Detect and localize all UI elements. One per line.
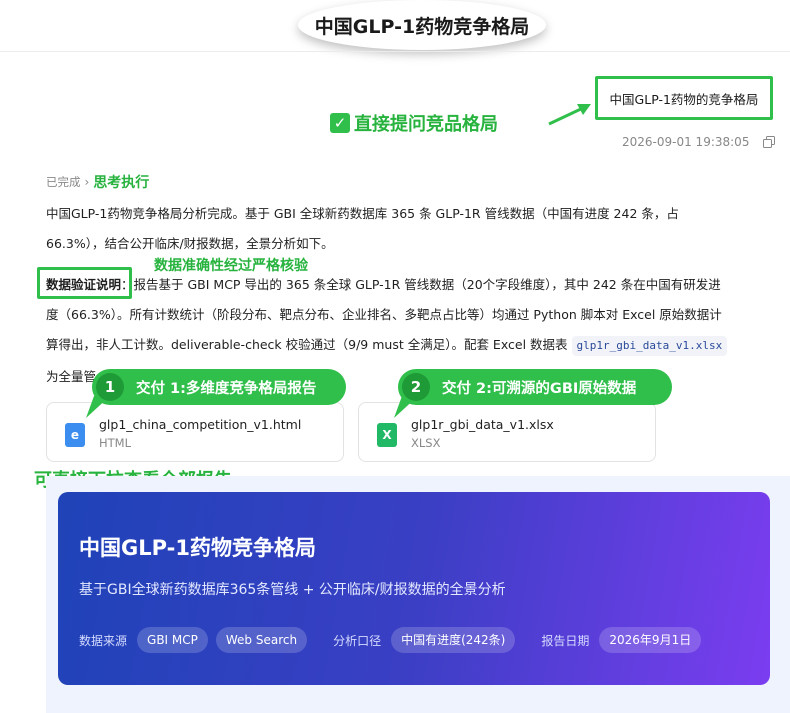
inline-code-filename: glp1r_gbi_data_v1.xlsx — [571, 335, 728, 356]
delivery-number-2: 2 — [402, 373, 430, 401]
message-text-line-6: 为全量管 — [46, 369, 97, 384]
file-name: glp1_china_competition_v1.html — [99, 417, 302, 432]
scope-chip: 中国有进度(242条) — [391, 627, 516, 653]
delivery-text-1: 交付 1:多维度竞争格局报告 — [136, 380, 317, 397]
source-chip: GBI MCP — [137, 627, 208, 653]
message-timestamp: 2026-09-01 19:38:05 — [622, 135, 750, 149]
date-chip: 2026年9月1日 — [599, 627, 702, 653]
delivery-text-2: 交付 2:可溯源的GBI原始数据 — [442, 380, 637, 397]
report-subtitle: 基于GBI全球新药数据库365条管线 + 公开临床/财报数据的全景分析 — [79, 582, 506, 598]
chevron-right-icon: › — [84, 175, 90, 189]
date-label: 报告日期 — [541, 633, 590, 648]
file-type: XLSX — [411, 436, 441, 450]
delivery-badge-1: 1 交付 1:多维度竞争格局报告 — [92, 369, 346, 405]
file-name: glp1r_gbi_data_v1.xlsx — [411, 417, 554, 432]
annotation-ask-direct-text: 直接提问竞品格局 — [354, 114, 498, 135]
annotation-arrow-icon — [548, 104, 591, 126]
page-title: 中国GLP-1药物竞争格局 — [298, 0, 546, 50]
source-chip: Web Search — [215, 627, 308, 653]
source-label: 数据来源 — [79, 633, 128, 648]
scope-label: 分析口径 — [333, 633, 382, 648]
message-text-line-3: 数据验证说明：报告基于 GBI MCP 导出的 365 条全球 GLP-1R 管… — [46, 270, 721, 300]
check-icon: ✓ — [330, 113, 350, 133]
xlsx-file-icon: X — [377, 423, 397, 447]
message-text-line-1: 中国GLP-1药物竞争格局分析完成。基于 GBI 全球新药数据库 365 条 G… — [46, 206, 679, 221]
message-text-line-5-text: 算得出，非人工计数。deliverable-check 校验通过（9/9 mus… — [46, 337, 572, 352]
report-header-card: 中国GLP-1药物竞争格局 基于GBI全球新药数据库365条管线 + 公开临床/… — [58, 492, 770, 685]
delivery-number-1: 1 — [96, 373, 124, 401]
verify-highlight-box — [37, 267, 132, 299]
verify-text: ：报告基于 GBI MCP 导出的 365 条全球 GLP-1R 管线数据（20… — [121, 277, 721, 292]
message-text-line-4: 度（66.3%）。所有计数统计（阶段分布、靶点分布、企业排名、多靶点占比等）均通… — [46, 307, 722, 322]
report-meta-row: 数据来源 GBI MCP Web Search 分析口径 中国有进度(242条)… — [79, 627, 709, 653]
file-type: HTML — [99, 436, 132, 450]
status-label: 已完成 — [46, 175, 81, 189]
report-title: 中国GLP-1药物竞争格局 — [79, 536, 316, 560]
annotation-ask-direct: ✓ 直接提问竞品格局 — [330, 110, 498, 136]
thinking-status[interactable]: 已完成 › 思考执行 — [46, 172, 149, 192]
delivery-badge-2: 2 交付 2:可溯源的GBI原始数据 — [398, 369, 672, 405]
thinking-annotation: 思考执行 — [93, 175, 150, 191]
copy-icon[interactable] — [763, 136, 775, 148]
user-question-bubble: 中国GLP-1药物的竞争格局 — [595, 76, 773, 120]
header-divider — [0, 51, 790, 52]
message-text-line-5: 算得出，非人工计数。deliverable-check 校验通过（9/9 mus… — [46, 330, 728, 360]
html-file-icon: e — [65, 423, 85, 447]
